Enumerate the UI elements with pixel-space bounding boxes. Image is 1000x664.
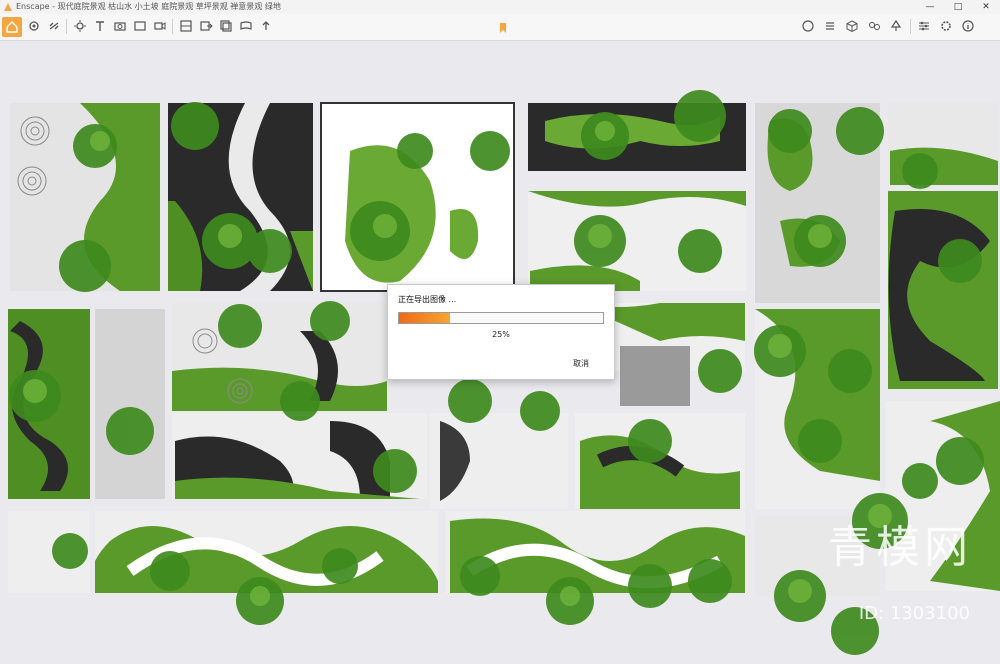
tree-icon bbox=[890, 19, 902, 31]
asset-button[interactable] bbox=[866, 18, 882, 34]
home-icon bbox=[6, 21, 18, 33]
window-title: Enscape - 现代庭院景观 枯山水 小土坡 庭院景观 草坪景观 禅意景观 … bbox=[16, 2, 281, 11]
gear-icon bbox=[941, 21, 951, 31]
enscape-logo-icon bbox=[4, 3, 12, 11]
settings2-button[interactable] bbox=[916, 18, 932, 34]
export-batch-icon bbox=[220, 20, 232, 32]
export-icon bbox=[200, 21, 213, 31]
export-batch-button[interactable] bbox=[218, 18, 234, 34]
text-button[interactable] bbox=[92, 18, 108, 34]
bookmark-icon bbox=[500, 23, 506, 33]
camera-icon bbox=[114, 22, 126, 31]
view-button[interactable] bbox=[178, 18, 194, 34]
minimize-button[interactable]: — bbox=[916, 0, 944, 14]
close-button[interactable]: ✕ bbox=[972, 0, 1000, 14]
home-button[interactable] bbox=[2, 17, 22, 37]
tree-button[interactable] bbox=[888, 18, 904, 34]
link-button[interactable] bbox=[46, 18, 62, 34]
upload-icon bbox=[262, 21, 270, 30]
panorama-icon bbox=[240, 21, 252, 30]
dialog-title: 正在导出图像 ... bbox=[398, 295, 457, 304]
settings2-icon bbox=[919, 21, 929, 31]
list-button[interactable] bbox=[822, 18, 838, 34]
upload-button[interactable] bbox=[258, 18, 274, 34]
watermark-logo: 青模网 bbox=[828, 522, 972, 573]
camera-button[interactable] bbox=[112, 18, 128, 34]
material-icon bbox=[802, 20, 814, 32]
bookmark-button[interactable] bbox=[495, 20, 511, 36]
toolbar-divider bbox=[910, 19, 911, 34]
toolbar-divider bbox=[172, 19, 173, 34]
text-icon bbox=[96, 21, 104, 31]
info-button[interactable] bbox=[960, 18, 976, 34]
info-icon bbox=[962, 20, 974, 32]
frame-button[interactable] bbox=[132, 18, 148, 34]
list-icon bbox=[826, 22, 834, 30]
settings-icon bbox=[29, 21, 39, 31]
sun-icon bbox=[74, 20, 86, 32]
maximize-button[interactable]: □ bbox=[944, 0, 972, 14]
cube-button[interactable] bbox=[844, 18, 860, 34]
gear-button[interactable] bbox=[938, 18, 954, 34]
frame-icon bbox=[134, 21, 146, 31]
video-icon bbox=[154, 22, 166, 30]
video-button[interactable] bbox=[152, 18, 168, 34]
watermark-id: ID: 1303100 bbox=[858, 603, 970, 624]
progress-bar bbox=[398, 312, 604, 324]
view-icon bbox=[180, 20, 192, 32]
export-button[interactable] bbox=[198, 18, 214, 34]
link-icon bbox=[49, 22, 59, 30]
sun-button[interactable] bbox=[72, 18, 88, 34]
toolbar-divider bbox=[66, 19, 67, 34]
panorama-button[interactable] bbox=[238, 18, 254, 34]
material-button[interactable] bbox=[800, 18, 816, 34]
cube-icon bbox=[846, 20, 858, 33]
toolbar bbox=[0, 14, 1000, 41]
progress-bar-fill bbox=[399, 313, 450, 323]
cancel-button[interactable]: 取消 bbox=[573, 358, 589, 369]
export-progress-dialog: 正在导出图像 ... 25% 取消 bbox=[387, 284, 615, 380]
settings-button[interactable] bbox=[26, 18, 42, 34]
asset-icon bbox=[869, 22, 880, 30]
title-bar: Enscape - 现代庭院景观 枯山水 小土坡 庭院景观 草坪景观 禅意景观 … bbox=[0, 0, 1000, 14]
progress-percent: 25% bbox=[492, 330, 510, 339]
window-controls: — □ ✕ bbox=[916, 0, 1000, 14]
